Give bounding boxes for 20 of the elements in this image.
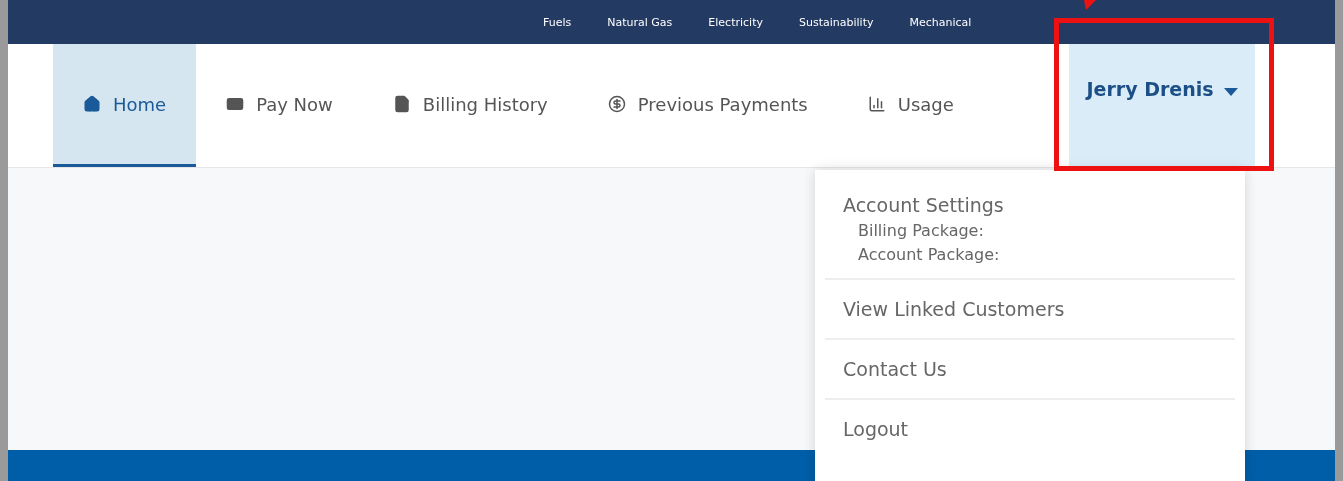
nav-icon — [226, 95, 245, 113]
menu-heading[interactable]: Account Settings — [843, 194, 1217, 216]
menu-item[interactable]: Logout — [825, 400, 1235, 458]
menu-detail: Billing Package: — [858, 221, 985, 240]
nav-tab[interactable]: Home — [53, 44, 197, 167]
nav-icon — [607, 95, 626, 113]
menu-item[interactable]: View Linked Customers — [825, 280, 1235, 340]
menu-item[interactable]: Contact Us — [825, 340, 1235, 400]
nav-icon — [83, 95, 101, 113]
menu-detail: Account Package: — [858, 245, 1001, 264]
user-menu-button[interactable]: Jerry Drenis — [1069, 44, 1255, 167]
top-link[interactable]: Fuels — [525, 15, 590, 29]
arrow-icon — [1082, 0, 1096, 10]
top-link[interactable]: Electricity — [690, 15, 781, 29]
nav-icon — [392, 95, 411, 113]
nav-icon — [867, 95, 886, 113]
top-link[interactable]: Mechanical — [891, 15, 990, 29]
top-link[interactable]: Natural Gas — [589, 15, 691, 29]
caret-icon — [1223, 88, 1238, 96]
top-link[interactable]: Sustainability — [781, 15, 892, 29]
